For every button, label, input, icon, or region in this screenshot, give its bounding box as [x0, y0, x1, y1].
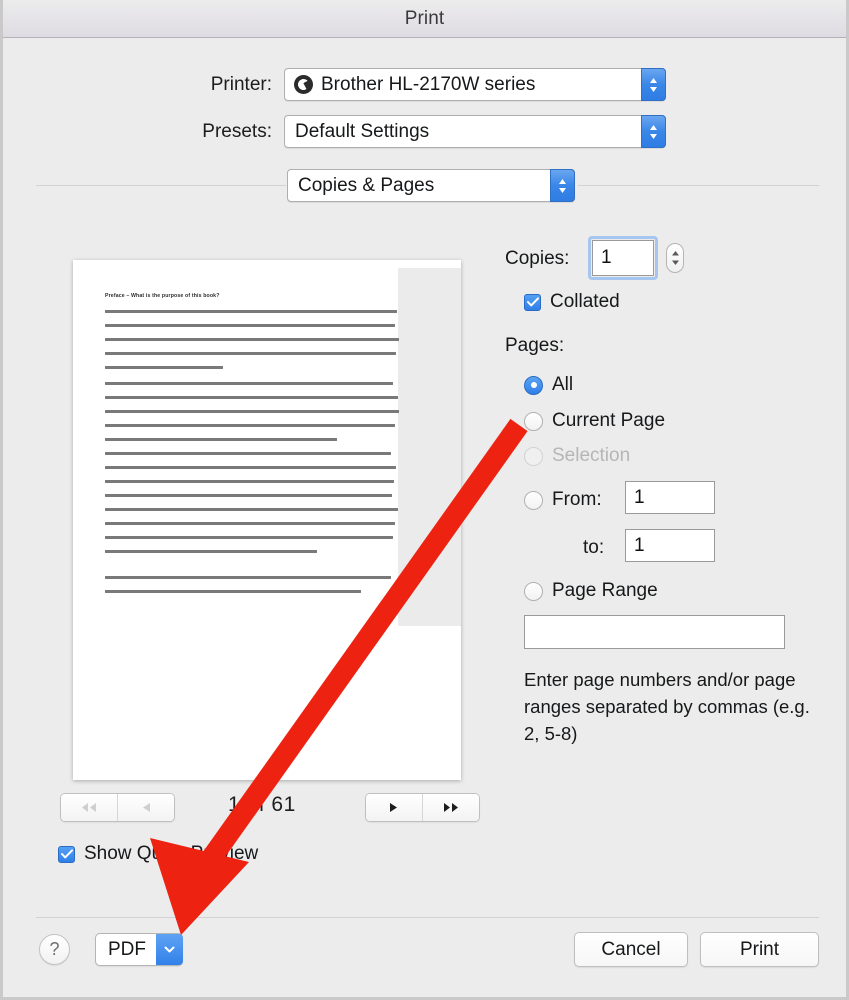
- copies-input[interactable]: 1: [592, 240, 654, 276]
- chevron-updown-icon[interactable]: [641, 68, 666, 101]
- cancel-button-label: Cancel: [601, 938, 661, 960]
- page-total: 61: [271, 793, 296, 816]
- show-quick-preview-checkbox[interactable]: [58, 845, 75, 863]
- first-page-button[interactable]: [61, 794, 117, 821]
- print-preview-page: Preface – What is the purpose of this bo…: [73, 260, 461, 780]
- print-dialog-window: Print Printer: Brother HL-2170W series P…: [0, 0, 849, 1000]
- preview-nav-forward-group[interactable]: [365, 793, 480, 822]
- printer-popup-button[interactable]: Brother HL-2170W series: [284, 68, 666, 101]
- radio-all-label: All: [552, 374, 574, 395]
- presets-popup-button[interactable]: Default Settings: [284, 115, 666, 148]
- presets-value: Default Settings: [295, 120, 430, 142]
- previous-page-button[interactable]: [117, 794, 174, 821]
- divider-left: [36, 185, 286, 186]
- radio-from-label: From:: [552, 489, 602, 510]
- radio-current-page-row[interactable]: Current Page: [524, 410, 665, 432]
- collated-checkbox[interactable]: [524, 293, 541, 311]
- radio-page-range[interactable]: [524, 581, 543, 601]
- print-pane-popup-button[interactable]: Copies & Pages: [287, 169, 575, 202]
- divider-right: [578, 185, 819, 186]
- radio-from[interactable]: [524, 490, 543, 510]
- window-title: Print: [404, 7, 445, 29]
- window-titlebar: Print: [3, 0, 846, 38]
- page-separator: of: [246, 793, 266, 816]
- chevron-updown-icon[interactable]: [641, 115, 666, 148]
- from-value: 1: [634, 486, 645, 508]
- to-value: 1: [634, 534, 645, 556]
- copies-value: 1: [601, 247, 612, 268]
- help-button[interactable]: ?: [39, 934, 70, 965]
- collated-label: Collated: [550, 291, 620, 312]
- printer-status-badge-icon: [294, 75, 313, 94]
- print-button[interactable]: Print: [700, 932, 819, 967]
- page-counter: 1 of 61: [228, 793, 296, 817]
- pdf-button[interactable]: PDF: [95, 933, 183, 966]
- printer-label: Printer:: [210, 73, 272, 95]
- preview-document-heading: Preface – What is the purpose of this bo…: [105, 293, 220, 299]
- print-button-label: Print: [739, 938, 780, 960]
- radio-from-row[interactable]: From:: [524, 489, 602, 511]
- pdf-button-label: PDF: [108, 938, 146, 960]
- pages-label: Pages:: [505, 335, 565, 356]
- page-range-input[interactable]: [524, 615, 785, 649]
- radio-selection-row: Selection: [524, 445, 630, 467]
- last-page-button[interactable]: [422, 794, 479, 821]
- copies-label: Copies:: [505, 248, 570, 269]
- radio-current-page-label: Current Page: [552, 410, 666, 431]
- page-current: 1: [228, 793, 241, 816]
- to-input[interactable]: 1: [625, 529, 715, 562]
- radio-page-range-label: Page Range: [552, 580, 658, 601]
- radio-current-page[interactable]: [524, 411, 543, 431]
- footer-divider: [36, 917, 819, 918]
- preview-selection-overlay: [398, 268, 461, 626]
- radio-selection: [524, 446, 543, 466]
- printer-row: Printer: Brother HL-2170W series: [3, 68, 666, 101]
- presets-row: Presets: Default Settings: [3, 115, 666, 148]
- page-range-help-text: Enter page numbers and/or page ranges se…: [524, 669, 810, 744]
- collated-row[interactable]: Collated: [524, 291, 620, 313]
- printer-value: Brother HL-2170W series: [321, 73, 536, 95]
- print-dialog-screen: Print Printer: Brother HL-2170W series P…: [0, 0, 849, 1000]
- radio-all[interactable]: [524, 375, 543, 395]
- chevron-down-icon[interactable]: [156, 934, 183, 965]
- show-quick-preview-label: Show Quick Preview: [84, 843, 259, 864]
- preview-nav-back-group[interactable]: [60, 793, 175, 822]
- radio-selection-label: Selection: [552, 445, 631, 466]
- print-pane-value: Copies & Pages: [298, 174, 435, 196]
- cancel-button[interactable]: Cancel: [574, 932, 688, 967]
- to-label: to:: [583, 537, 605, 558]
- presets-label: Presets:: [202, 120, 272, 142]
- show-quick-preview-row[interactable]: Show Quick Preview: [58, 843, 258, 865]
- radio-all-row[interactable]: All: [524, 374, 573, 396]
- help-button-label: ?: [49, 939, 60, 959]
- chevron-updown-icon[interactable]: [550, 169, 575, 202]
- radio-page-range-row[interactable]: Page Range: [524, 580, 658, 602]
- copies-stepper[interactable]: [666, 243, 684, 273]
- from-input[interactable]: 1: [625, 481, 715, 514]
- next-page-button[interactable]: [366, 794, 422, 821]
